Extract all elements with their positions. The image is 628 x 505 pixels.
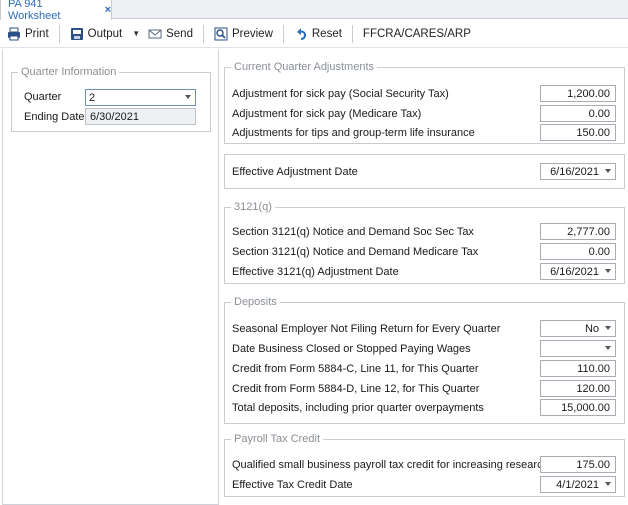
deposits-group: Deposits Seasonal Employer Not Filing Re… [224, 296, 625, 424]
output-icon [70, 27, 83, 40]
chevron-down-icon[interactable] [605, 482, 611, 486]
effective-adjustment-date-label: Effective Adjustment Date [232, 166, 358, 178]
chevron-down-icon[interactable] [605, 169, 611, 173]
credit-5884c-label: Credit from Form 5884-C, Line 11, for Th… [232, 363, 479, 375]
credit-5884d-value: 120.00 [576, 382, 610, 395]
chevron-down-icon[interactable]: ▼ [132, 29, 140, 38]
toolbar-divider [202, 24, 204, 43]
credit-5884d-label: Credit from Form 5884-D, Line 12, for Th… [232, 383, 480, 395]
effective-3121q-date-picker[interactable]: 6/16/2021 [540, 263, 616, 280]
sick-pay-medicare-value: 0.00 [588, 107, 610, 120]
total-deposits-label: Total deposits, including prior quarter … [232, 402, 484, 414]
qualified-research-credit-input[interactable]: 175.00 [540, 456, 616, 473]
send-label: Send [166, 27, 193, 40]
group-title: 3121(q) [231, 201, 275, 214]
effective-3121q-date-label: Effective 3121(q) Adjustment Date [232, 266, 399, 278]
effective-adjustment-date-value: 6/16/2021 [550, 165, 599, 178]
payroll-tax-credit-group: Payroll Tax Credit Qualified small busin… [224, 433, 625, 497]
chevron-down-icon[interactable] [605, 326, 611, 330]
seasonal-employer-select[interactable]: No [540, 320, 616, 337]
quarter-label: Quarter [24, 91, 62, 103]
tips-gtl-input[interactable]: 150.00 [540, 124, 616, 141]
total-deposits-input[interactable]: 15,000.00 [540, 399, 616, 416]
section-3121q-soc-sec-input[interactable]: 2,777.00 [540, 223, 616, 240]
print-button[interactable]: Print [3, 23, 53, 45]
section-3121q-group: 3121(q) Section 3121(q) Notice and Deman… [224, 201, 625, 284]
sick-pay-medicare-label: Adjustment for sick pay (Medicare Tax) [232, 108, 422, 120]
preview-label: Preview [231, 27, 273, 40]
current-quarter-adjustments-group: Current Quarter Adjustments Adjustment f… [224, 61, 625, 144]
ending-date-value: 6/30/2021 [90, 110, 139, 123]
quarter-select[interactable]: 2 [85, 89, 196, 106]
sick-pay-ss-label: Adjustment for sick pay (Social Security… [232, 88, 449, 100]
group-title: Payroll Tax Credit [231, 433, 323, 446]
qualified-research-credit-value: 175.00 [576, 458, 610, 471]
total-deposits-value: 15,000.00 [561, 401, 610, 414]
seasonal-employer-label: Seasonal Employer Not Filing Return for … [232, 323, 501, 335]
output-label: Output [87, 27, 123, 40]
credit-5884c-input[interactable]: 110.00 [540, 360, 616, 377]
sick-pay-ss-value: 1,200.00 [567, 87, 610, 100]
sick-pay-ss-input[interactable]: 1,200.00 [540, 85, 616, 102]
tips-gtl-label: Adjustments for tips and group-term life… [232, 127, 475, 139]
chevron-down-icon[interactable] [605, 346, 611, 350]
ffcra-label: FFCRA/CARES/ARP [362, 27, 471, 40]
ending-date-label: Ending Date [24, 111, 85, 123]
section-3121q-medicare-input[interactable]: 0.00 [540, 243, 616, 260]
section-3121q-soc-sec-value: 2,777.00 [567, 225, 610, 238]
credit-5884c-value: 110.00 [577, 362, 610, 375]
preview-icon [214, 27, 228, 40]
send-button[interactable]: Send [144, 23, 197, 45]
business-closed-date-picker[interactable] [540, 340, 616, 357]
ending-date-field: 6/30/2021 [85, 108, 196, 125]
group-title: Quarter Information [18, 66, 120, 79]
printer-icon [8, 27, 20, 40]
effective-adjustment-date-picker[interactable]: 6/16/2021 [540, 163, 616, 180]
effective-tax-credit-date-picker[interactable]: 4/1/2021 [540, 476, 616, 493]
seasonal-employer-value: No [584, 322, 599, 335]
chevron-down-icon[interactable] [185, 95, 191, 99]
effective-tax-credit-date-label: Effective Tax Credit Date [232, 479, 353, 491]
preview-button[interactable]: Preview [210, 23, 277, 45]
credit-5884d-input[interactable]: 120.00 [540, 380, 616, 397]
quarter-information-group: Quarter Information Quarter 2 Ending Dat… [11, 66, 211, 132]
tab-pa941-worksheet[interactable]: PA 941 Worksheet × [0, 0, 112, 22]
main-form: Current Quarter Adjustments Adjustment f… [221, 50, 628, 505]
section-3121q-soc-sec-label: Section 3121(q) Notice and Demand Soc Se… [232, 226, 474, 238]
print-label: Print [25, 27, 49, 40]
sick-pay-medicare-input[interactable]: 0.00 [540, 105, 616, 122]
send-icon [148, 29, 162, 38]
effective-adjustment-date-group: Effective Adjustment Date 6/16/2021 [224, 154, 625, 189]
effective-3121q-date-value: 6/16/2021 [550, 265, 599, 278]
chevron-down-icon[interactable] [605, 269, 611, 273]
group-title: Deposits [231, 296, 280, 309]
quarter-value: 2 [89, 91, 96, 104]
toolbar: Print Output ▼ Send Preview Reset FFCRA/… [0, 20, 628, 48]
left-panel: Quarter Information Quarter 2 Ending Dat… [2, 50, 219, 505]
tab-close-icon[interactable]: × [105, 4, 111, 16]
output-button[interactable]: Output ▼ [66, 23, 144, 45]
business-closed-date-label: Date Business Closed or Stopped Paying W… [232, 343, 471, 355]
toolbar-divider [282, 24, 284, 43]
group-title: Current Quarter Adjustments [231, 61, 378, 74]
section-3121q-medicare-label: Section 3121(q) Notice and Demand Medica… [232, 246, 479, 258]
toolbar-divider [351, 24, 353, 43]
reset-button[interactable]: Reset [290, 23, 346, 45]
ffcra-cares-arp-button[interactable]: FFCRA/CARES/ARP [359, 23, 475, 45]
section-3121q-medicare-value: 0.00 [588, 245, 610, 258]
reset-icon [296, 27, 306, 40]
effective-tax-credit-date-value: 4/1/2021 [556, 478, 599, 491]
tab-strip: PA 941 Worksheet × [0, 0, 628, 22]
tab-title: PA 941 Worksheet [8, 0, 61, 22]
toolbar-divider [58, 24, 60, 43]
reset-label: Reset [311, 27, 342, 40]
tips-gtl-value: 150.00 [576, 126, 610, 139]
